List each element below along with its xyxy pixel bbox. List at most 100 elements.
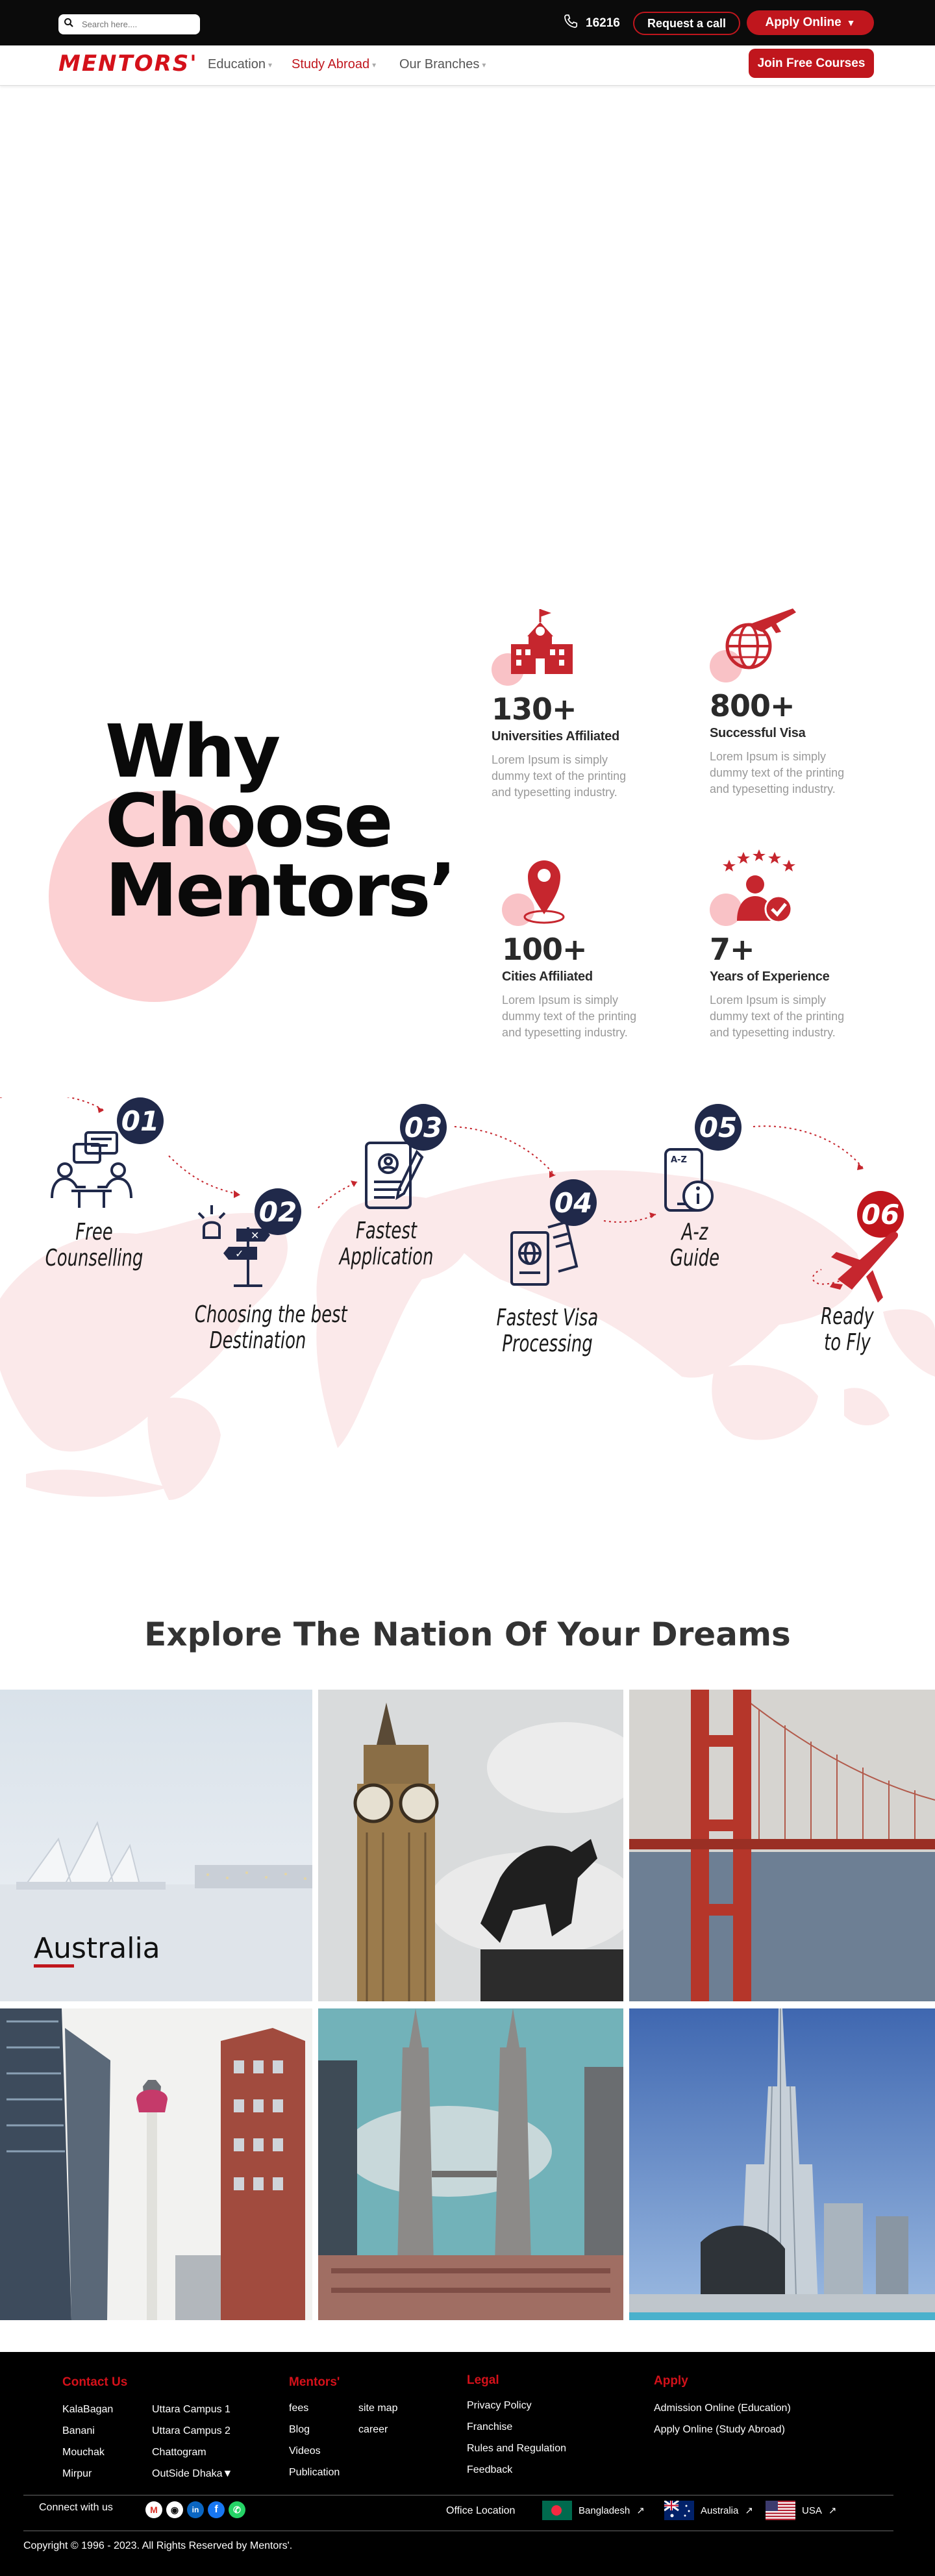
- facebook-icon[interactable]: f: [208, 2501, 225, 2518]
- footer-link[interactable]: fees: [289, 2397, 340, 2419]
- office-bangladesh[interactable]: Bangladesh ↗: [542, 2501, 645, 2520]
- search-icon[interactable]: [64, 18, 74, 31]
- stat-value: 7+: [710, 932, 755, 967]
- apply-online-label: Apply Online: [765, 16, 842, 29]
- github-icon[interactable]: ◉: [166, 2501, 183, 2518]
- why-choose-title: Why Choose Mentors’: [105, 710, 456, 933]
- stat-cities: 100+ Cities Affiliated Lorem Ipsum is si…: [502, 844, 645, 1041]
- label-line: Processing: [502, 1331, 593, 1357]
- stat-experience: 7+ Years of Experience Lorem Ipsum is si…: [710, 844, 853, 1041]
- step-label-03: Fastest Application: [328, 1218, 445, 1270]
- stat-label: Years of Experience: [710, 969, 830, 984]
- country-tile-usa[interactable]: [629, 1690, 935, 2001]
- chevron-down-icon: ▾: [372, 60, 377, 69]
- footer-link[interactable]: Blog: [289, 2419, 340, 2440]
- footer-heading-mentors: Mentors': [289, 2375, 340, 2389]
- title-line: Why: [105, 710, 280, 794]
- counselling-icon: [51, 1131, 132, 1208]
- location-pin-icon: [502, 844, 593, 932]
- label-line: Fastest Visa: [496, 1305, 599, 1331]
- country-tile-uk[interactable]: [318, 1690, 623, 2001]
- mentors-logo[interactable]: MENTORS': [58, 51, 198, 77]
- connect-label: Connect with us: [39, 2502, 113, 2513]
- country-label-underline: [34, 1964, 74, 1968]
- stat-value: 800+: [710, 688, 795, 723]
- country-tile-uae[interactable]: [629, 2008, 935, 2320]
- footer-link[interactable]: Banani: [62, 2420, 113, 2442]
- experience-person-icon: [710, 844, 801, 932]
- bangladesh-flag: [542, 2501, 572, 2520]
- footer-link[interactable]: Admission Online (Education): [654, 2397, 791, 2419]
- linkedin-icon[interactable]: in: [187, 2501, 204, 2518]
- footer-contact-col1: KalaBagan Banani Mouchak Mirpur: [62, 2399, 113, 2484]
- nav-item-label: Our Branches: [399, 57, 480, 71]
- search-box[interactable]: [58, 14, 200, 34]
- office-country: USA: [802, 2505, 822, 2516]
- nav-item-our-branches[interactable]: Our Branches ▾: [399, 57, 486, 72]
- footer-link[interactable]: OutSide Dhaka▼: [152, 2463, 232, 2484]
- office-australia[interactable]: Australia ↗: [664, 2501, 753, 2520]
- nav-item-education[interactable]: Education ▾: [208, 57, 272, 72]
- svg-text:A-Z: A-Z: [671, 1155, 687, 1165]
- external-link-icon: ↗: [828, 2505, 837, 2516]
- usa-flag: [766, 2501, 795, 2520]
- label-line: Fastest: [355, 1218, 418, 1244]
- petronas-towers-image: [318, 2008, 623, 2320]
- whatsapp-icon[interactable]: ✆: [229, 2501, 245, 2518]
- stat-description: Lorem Ipsum is simply dummy text of the …: [710, 994, 845, 1039]
- external-link-icon: ↗: [636, 2505, 645, 2516]
- footer-link[interactable]: Apply Online (Study Abroad): [654, 2419, 791, 2440]
- copyright-text: Copyright © 1996 - 2023. All Rights Rese…: [23, 2540, 293, 2551]
- footer-link[interactable]: Mirpur: [62, 2463, 113, 2484]
- footer-link[interactable]: Videos: [289, 2440, 340, 2462]
- golden-gate-bridge-image: [629, 1690, 935, 2001]
- passport-visa-icon: [510, 1220, 579, 1286]
- footer-link[interactable]: Rules and Regulation: [467, 2438, 566, 2459]
- label-line: Counselling: [45, 1245, 143, 1271]
- step-label-06: Ready to Fly: [789, 1304, 906, 1356]
- footer-link[interactable]: career: [358, 2419, 397, 2440]
- footer-link[interactable]: KalaBagan: [62, 2399, 113, 2420]
- apply-online-button[interactable]: Apply Online ▼: [747, 10, 874, 35]
- footer-link[interactable]: Feedback: [467, 2459, 566, 2481]
- search-input[interactable]: [82, 19, 192, 29]
- globe-plane-icon: [710, 601, 801, 688]
- office-usa[interactable]: USA ↗: [766, 2501, 836, 2520]
- office-location-label: Office Location: [446, 2505, 516, 2516]
- nav-item-study-abroad[interactable]: Study Abroad ▾: [292, 57, 376, 72]
- footer-apply-links: Admission Online (Education) Apply Onlin…: [654, 2397, 791, 2440]
- country-tile-malaysia[interactable]: [318, 2008, 623, 2320]
- office-country: Australia: [701, 2505, 739, 2516]
- footer-link[interactable]: Mouchak: [62, 2442, 113, 2463]
- step-label-04: Fastest Visa Processing: [489, 1305, 606, 1357]
- stat-label: Universities Affiliated: [492, 729, 619, 744]
- footer-link[interactable]: Uttara Campus 2: [152, 2420, 232, 2442]
- request-call-button[interactable]: Request a call: [633, 12, 740, 35]
- footer-link[interactable]: Chattogram: [152, 2442, 232, 2463]
- country-tile-canada[interactable]: [0, 2008, 312, 2320]
- country-label-australia: Australia: [34, 1932, 160, 1965]
- footer-link[interactable]: Franchise: [467, 2416, 566, 2438]
- stat-label: Cities Affiliated: [502, 969, 593, 984]
- chevron-down-icon: ▾: [268, 60, 272, 69]
- step-label-05: A-z Guide: [636, 1219, 753, 1271]
- gmail-icon[interactable]: M: [145, 2501, 162, 2518]
- label-line: to Fly: [824, 1329, 871, 1356]
- social-links: M ◉ in f ✆: [145, 2501, 245, 2518]
- burj-khalifa-image: [629, 2008, 935, 2320]
- footer-link[interactable]: Privacy Policy: [467, 2395, 566, 2416]
- title-line: Choose: [105, 779, 393, 864]
- stat-value: 130+: [492, 692, 577, 727]
- label-line: Choosing the best: [194, 1301, 347, 1328]
- footer-link[interactable]: Publication: [289, 2462, 340, 2483]
- phone-hotline[interactable]: 16216: [562, 13, 620, 34]
- stat-value: 100+: [502, 932, 588, 967]
- join-free-courses-button[interactable]: Join Free Courses: [749, 49, 874, 78]
- footer-link[interactable]: Uttara Campus 1: [152, 2399, 232, 2420]
- title-line: Mentors’: [105, 849, 456, 933]
- application-form-icon: [365, 1142, 424, 1209]
- signpost-icon: ✕ ✓: [197, 1205, 270, 1287]
- step-label-01: Free Counselling: [36, 1219, 153, 1271]
- explore-title: Explore The Nation Of Your Dreams: [144, 1616, 791, 1653]
- footer-link[interactable]: site map: [358, 2397, 397, 2419]
